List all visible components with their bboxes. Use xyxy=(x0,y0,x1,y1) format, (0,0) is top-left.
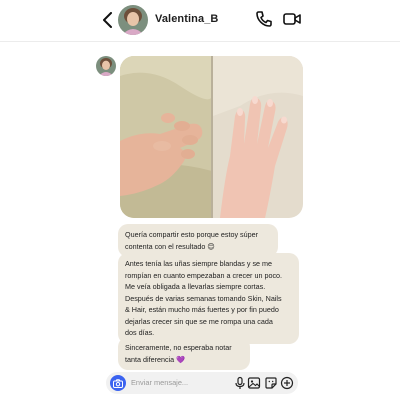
contact-name[interactable]: Valentina_B xyxy=(155,13,218,25)
avatar[interactable] xyxy=(118,5,148,35)
sticker-icon[interactable] xyxy=(264,376,278,390)
message-bubble[interactable]: Sinceramente, no esperaba notar tanta di… xyxy=(118,337,250,370)
chevron-left-icon[interactable] xyxy=(98,9,118,31)
message-composer: Enviar mensaje... xyxy=(106,372,298,394)
before-after-nails-photo[interactable] xyxy=(120,56,303,218)
phone-icon[interactable] xyxy=(254,9,274,29)
camera-icon[interactable] xyxy=(110,375,126,391)
message-input[interactable]: Enviar mensaje... xyxy=(131,378,188,387)
plus-icon[interactable] xyxy=(280,376,294,390)
chat-header: Valentina_B xyxy=(0,0,400,42)
message-bubble[interactable]: Antes tenía las uñas siempre blandas y s… xyxy=(118,253,299,344)
microphone-icon[interactable] xyxy=(233,376,247,390)
gallery-icon[interactable] xyxy=(247,376,261,390)
video-camera-icon[interactable] xyxy=(282,9,302,29)
sender-avatar[interactable] xyxy=(96,56,116,76)
